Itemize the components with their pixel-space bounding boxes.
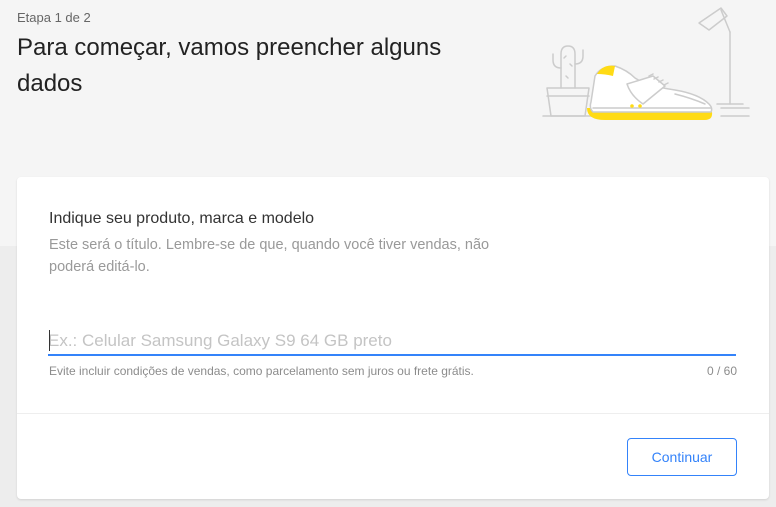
product-title-card: Indique seu produto, marca e modelo Este… [17,177,769,499]
page-title: Para começar, vamos preencher alguns dad… [17,34,442,97]
form-description: Este será o título. Lembre-se de que, qu… [49,237,490,275]
card-divider [17,413,769,414]
product-title-input[interactable] [48,327,736,356]
character-counter: 0 / 60 [706,364,737,378]
continue-button[interactable]: Continuar [627,438,737,476]
input-helper-text: Evite incluir condições de vendas, como … [49,364,474,378]
form-heading: Indique seu produto, marca e modelo [49,210,315,227]
sneaker-illustration-icon [542,7,750,120]
step-indicator: Etapa 1 de 2 [17,10,91,25]
text-caret [49,330,50,351]
